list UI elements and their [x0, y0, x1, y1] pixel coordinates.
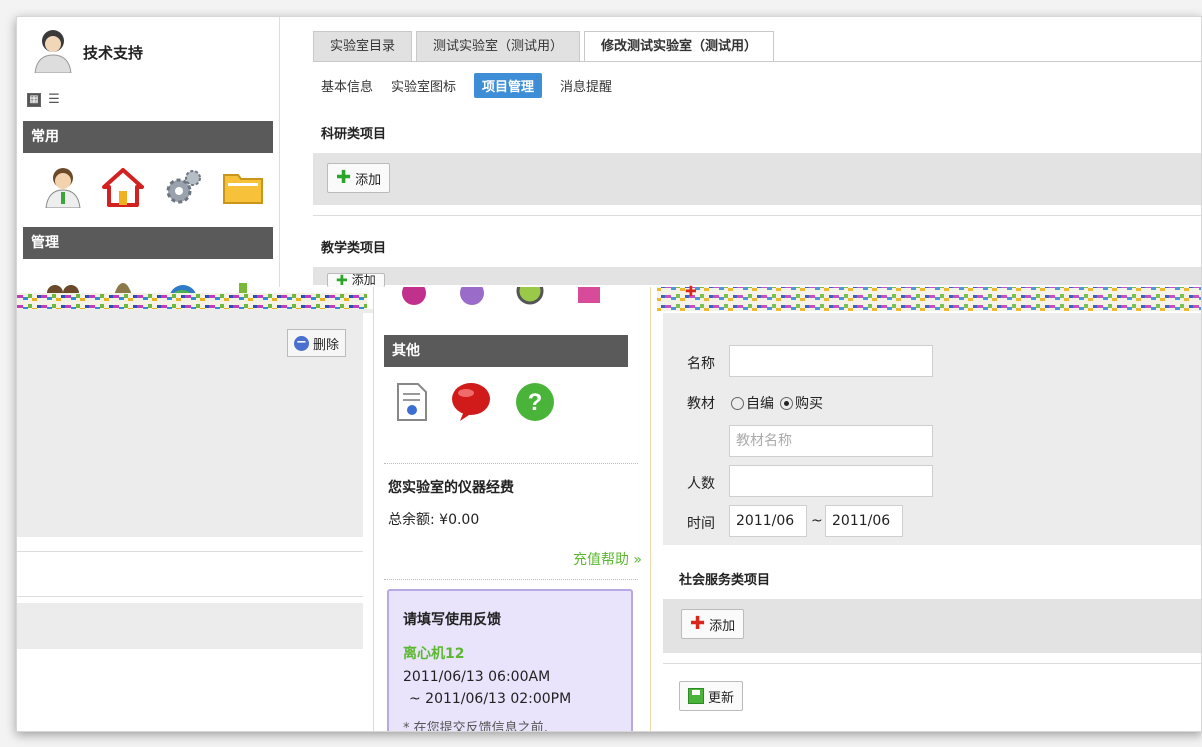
add-label: 添加: [355, 172, 382, 188]
folder-icon[interactable]: [221, 165, 265, 209]
balance-text: 总余额: ¥0.00: [388, 512, 480, 528]
sub-navigation: 基本信息 实验室图标 项目管理 消息提醒: [321, 73, 612, 98]
radio-self-compiled[interactable]: 自编: [731, 393, 774, 413]
textbook-name-input[interactable]: 教材名称: [729, 425, 933, 457]
subnav-lab-icon[interactable]: 实验室图标: [391, 76, 456, 95]
radio-purchase[interactable]: 购买: [780, 393, 823, 413]
chat-bubble-icon[interactable]: [450, 381, 492, 423]
research-section-title: 科研类项目: [321, 127, 387, 142]
people-input[interactable]: [729, 465, 933, 497]
home-icon[interactable]: [101, 165, 145, 209]
name-input[interactable]: [729, 345, 933, 377]
common-icons: [41, 165, 265, 209]
section-header-common: 常用: [23, 121, 273, 153]
user-row: 技术支持: [31, 27, 143, 77]
plus-icon: ✚: [690, 613, 706, 634]
plus-icon: ✚: [336, 167, 352, 188]
time-separator: ~: [811, 513, 823, 529]
plus-icon: ✚: [685, 285, 697, 299]
delete-button[interactable]: − 删除: [287, 329, 347, 357]
certificate-icon[interactable]: [396, 382, 428, 422]
left-band-row: [17, 603, 363, 649]
divider: [313, 215, 1201, 216]
view-toggles: ▦ ☰: [27, 93, 61, 107]
divider: [663, 663, 1201, 664]
social-add-button[interactable]: ✚ 添加: [681, 609, 745, 639]
radio-self-label: 自编: [746, 396, 774, 412]
people-label: 人数: [687, 476, 715, 492]
minus-circle-icon: −: [294, 335, 309, 351]
textbook-label: 教材: [687, 396, 715, 412]
divider: [384, 463, 638, 464]
radio-buy-label: 购买: [795, 396, 823, 412]
delete-label: 删除: [313, 337, 340, 353]
other-section-header: 其他: [384, 335, 628, 367]
list-view-icon[interactable]: ☰: [47, 93, 61, 107]
svg-text:?: ?: [528, 389, 543, 416]
feedback-note: * 在您提交反馈信息之前,: [403, 721, 548, 732]
feedback-instrument-link[interactable]: 离心机12: [403, 643, 617, 663]
research-band: [313, 153, 1201, 205]
tab-bar: 实验室目录 测试实验室（测试用） 修改测试实验室（测试用）: [313, 31, 775, 62]
overlay-panel: 其他 ? 您实验室的仪器经费 总余额: ¥0.00 充值帮助 » 请填写使用反馈…: [373, 287, 651, 732]
subnav-basic-info[interactable]: 基本信息: [321, 76, 373, 95]
recharge-help-link[interactable]: 充值帮助 »: [573, 549, 642, 569]
teaching-section-title: 教学类项目: [321, 241, 387, 256]
sidebar: 技术支持 ▦ ☰ 常用 管理: [17, 17, 280, 299]
other-icons: ?: [396, 381, 556, 423]
time-from-input[interactable]: 2011/06: [729, 505, 807, 537]
feedback-title: 请填写使用反馈: [403, 612, 501, 628]
magnifier-icon[interactable]: [510, 287, 550, 309]
textbook-options: 自编 购买: [731, 393, 823, 413]
name-label: 名称: [687, 356, 715, 372]
budget-title: 您实验室的仪器经费: [388, 480, 514, 496]
tool-group-icon[interactable]: [394, 287, 434, 309]
left-spacer-row: [17, 551, 363, 597]
radio-circle-icon: [780, 397, 793, 410]
overlay-top-icons: [394, 287, 608, 309]
feedback-box[interactable]: 请填写使用反馈 离心机12 2011/06/13 06:00AM ~ 2011/…: [387, 589, 633, 732]
radio-circle-icon: [731, 397, 744, 410]
time-label: 时间: [687, 516, 715, 532]
help-icon[interactable]: ?: [514, 381, 556, 423]
update-button[interactable]: 更新: [679, 681, 744, 711]
divider: [384, 579, 638, 580]
subnav-notifications[interactable]: 消息提醒: [560, 76, 612, 95]
grid-view-icon[interactable]: ▦: [27, 93, 41, 107]
research-add-button[interactable]: ✚ 添加: [327, 163, 391, 193]
teaching-add-button-partial[interactable]: ✚: [685, 285, 751, 299]
gear-purple-icon[interactable]: [452, 287, 492, 309]
time-to-input[interactable]: 2011/06: [825, 505, 903, 537]
feedback-end-time: ~ 2011/06/13 02:00PM: [409, 691, 572, 707]
gear-icon[interactable]: [161, 165, 205, 209]
save-icon: [688, 688, 704, 704]
user-avatar-icon[interactable]: [31, 27, 75, 77]
add-label: 添加: [709, 618, 736, 634]
tab-lab-directory[interactable]: 实验室目录: [313, 31, 413, 61]
user-name: 技术支持: [83, 43, 144, 62]
social-section-title: 社会服务类项目: [679, 573, 771, 588]
update-label: 更新: [708, 690, 735, 706]
section-header-manage: 管理: [23, 227, 273, 259]
user-icon[interactable]: [41, 165, 85, 209]
app-window: 技术支持 ▦ ☰ 常用 管理 实验室目录 测试实验室（测试用） 修改测试实验室（…: [16, 16, 1202, 732]
subnav-project-management[interactable]: 项目管理: [474, 73, 543, 98]
feedback-start-time: 2011/06/13 06:00AM: [403, 669, 551, 685]
package-icon[interactable]: [568, 287, 608, 309]
project-form: 名称 教材 自编 购买 教材名称 人数 时间 2011/06 ~ 2011/06: [663, 313, 1201, 545]
tab-divider: [313, 61, 1201, 62]
tab-edit-test-lab[interactable]: 修改测试实验室（测试用）: [584, 31, 775, 62]
tab-test-lab[interactable]: 测试实验室（测试用）: [416, 31, 581, 61]
